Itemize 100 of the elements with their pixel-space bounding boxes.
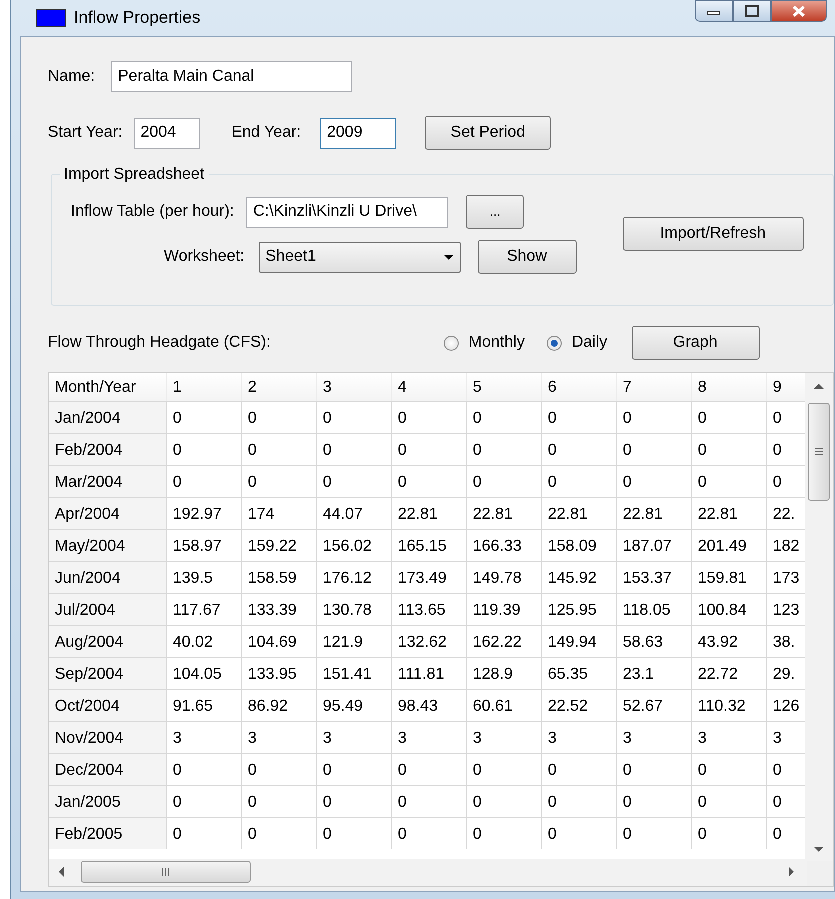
table-cell: 22.81 (467, 497, 542, 529)
table-cell: 44.07 (317, 497, 392, 529)
table-cell: 0 (617, 433, 692, 465)
table-cell: 149.78 (467, 561, 542, 593)
worksheet-label: Worksheet: (164, 247, 245, 267)
table-cell: 118.05 (617, 593, 692, 625)
scroll-right-icon (789, 867, 794, 877)
table-cell: 128.9 (467, 657, 542, 689)
table-cell: 133.95 (242, 657, 317, 689)
table-cell: 40.02 (167, 625, 242, 657)
column-header[interactable]: 1 (167, 373, 242, 401)
grip-icon (815, 448, 823, 456)
table-cell: 0 (542, 401, 617, 433)
start-year-field[interactable]: 2004 (134, 118, 200, 148)
worksheet-dropdown[interactable]: Sheet1 (258, 242, 461, 272)
show-button[interactable]: Show (478, 240, 577, 274)
table-cell: 0 (617, 465, 692, 497)
table-cell: 0 (542, 817, 617, 849)
scrollbar-thumb[interactable] (808, 403, 830, 501)
column-header[interactable]: 4 (392, 373, 467, 401)
table-cell: 3 (242, 721, 317, 753)
table-cell: 159.81 (692, 561, 767, 593)
row-header[interactable]: Jan/2005 (49, 785, 167, 817)
row-header[interactable]: Nov/2004 (49, 721, 167, 753)
row-header[interactable]: Jun/2004 (49, 561, 167, 593)
table-cell: 0 (317, 785, 392, 817)
table-cell: 0 (467, 465, 542, 497)
vertical-scrollbar[interactable] (805, 373, 833, 861)
table-cell: 98.43 (392, 689, 467, 721)
maximize-button[interactable] (733, 0, 771, 22)
scrollbar-thumb[interactable] (81, 861, 251, 883)
row-header[interactable]: Dec/2004 (49, 753, 167, 785)
end-year-field[interactable]: 2009 (320, 118, 396, 148)
row-header[interactable]: Feb/2004 (49, 433, 167, 465)
maximize-icon (745, 5, 759, 17)
browse-button[interactable]: ... (466, 195, 524, 229)
radio-button[interactable] (546, 336, 562, 350)
table-cell: 174 (242, 497, 317, 529)
table-cell: 3 (392, 721, 467, 753)
table-cell: 0 (542, 753, 617, 785)
row-header[interactable]: Jan/2004 (49, 401, 167, 433)
close-icon (792, 4, 806, 18)
inflow-table-field[interactable]: C:\Kinzli\Kinzli U Drive\ (246, 196, 448, 228)
table-cell: 166.33 (467, 529, 542, 561)
row-header[interactable]: Oct/2004 (49, 689, 167, 721)
row-header[interactable]: Sep/2004 (49, 657, 167, 689)
set-period-button[interactable]: Set Period (425, 116, 552, 150)
column-header[interactable]: 7 (617, 373, 692, 401)
table-cell: 0 (242, 753, 317, 785)
column-header[interactable]: 2 (242, 373, 317, 401)
row-header[interactable]: Jul/2004 (49, 593, 167, 625)
table-cell: 0 (692, 465, 767, 497)
table-cell: 0 (167, 433, 242, 465)
table-cell: 60.61 (467, 689, 542, 721)
table-cell: 3 (167, 721, 242, 753)
table-cell: 0 (167, 401, 242, 433)
table-cell: 104.05 (167, 657, 242, 689)
column-header[interactable]: 5 (467, 373, 542, 401)
table-cell: 110.32 (692, 689, 767, 721)
column-header[interactable]: 3 (317, 373, 392, 401)
table-cell: 0 (242, 817, 317, 849)
minimize-button[interactable] (695, 0, 733, 22)
table-cell: 113.65 (392, 593, 467, 625)
row-header[interactable]: Aug/2004 (49, 625, 167, 657)
table-cell: 0 (317, 753, 392, 785)
row-header[interactable]: Mar/2004 (49, 465, 167, 497)
table-cell: 0 (542, 785, 617, 817)
table-cell: 0 (617, 753, 692, 785)
table-cell: 117.67 (167, 593, 242, 625)
table-cell: 0 (692, 401, 767, 433)
column-header[interactable]: 8 (692, 373, 767, 401)
column-header[interactable]: 6 (542, 373, 617, 401)
start-year-label: Start Year: (48, 123, 123, 143)
radio-button[interactable] (444, 336, 459, 350)
app-icon (36, 9, 66, 27)
table-cell: 23.1 (617, 657, 692, 689)
table-cell: 139.5 (167, 561, 242, 593)
table-cell: 0 (692, 817, 767, 849)
row-header[interactable]: May/2004 (49, 529, 167, 561)
name-field[interactable]: Peralta Main Canal (111, 61, 352, 92)
row-header[interactable]: Apr/2004 (49, 497, 167, 529)
table-cell: 58.63 (617, 625, 692, 657)
window-title: Inflow Properties (74, 7, 201, 30)
table-cell: 22.81 (692, 497, 767, 529)
table-cell: 153.37 (617, 561, 692, 593)
table-cell: 0 (317, 817, 392, 849)
horizontal-scrollbar[interactable] (49, 859, 807, 886)
row-header[interactable]: Feb/2005 (49, 817, 167, 849)
close-button[interactable] (771, 0, 827, 22)
column-header[interactable]: Month/Year (49, 373, 167, 401)
table-cell: 145.92 (542, 561, 617, 593)
end-year-label: End Year: (232, 123, 302, 143)
graph-button[interactable]: Graph (632, 326, 760, 360)
table-cell: 95.49 (317, 689, 392, 721)
import-refresh-button[interactable]: Import/Refresh (622, 217, 804, 251)
table-cell: 104.69 (242, 625, 317, 657)
table-cell: 158.09 (542, 529, 617, 561)
table-cell: 0 (167, 817, 242, 849)
table-cell: 0 (392, 433, 467, 465)
table-cell: 119.39 (467, 593, 542, 625)
